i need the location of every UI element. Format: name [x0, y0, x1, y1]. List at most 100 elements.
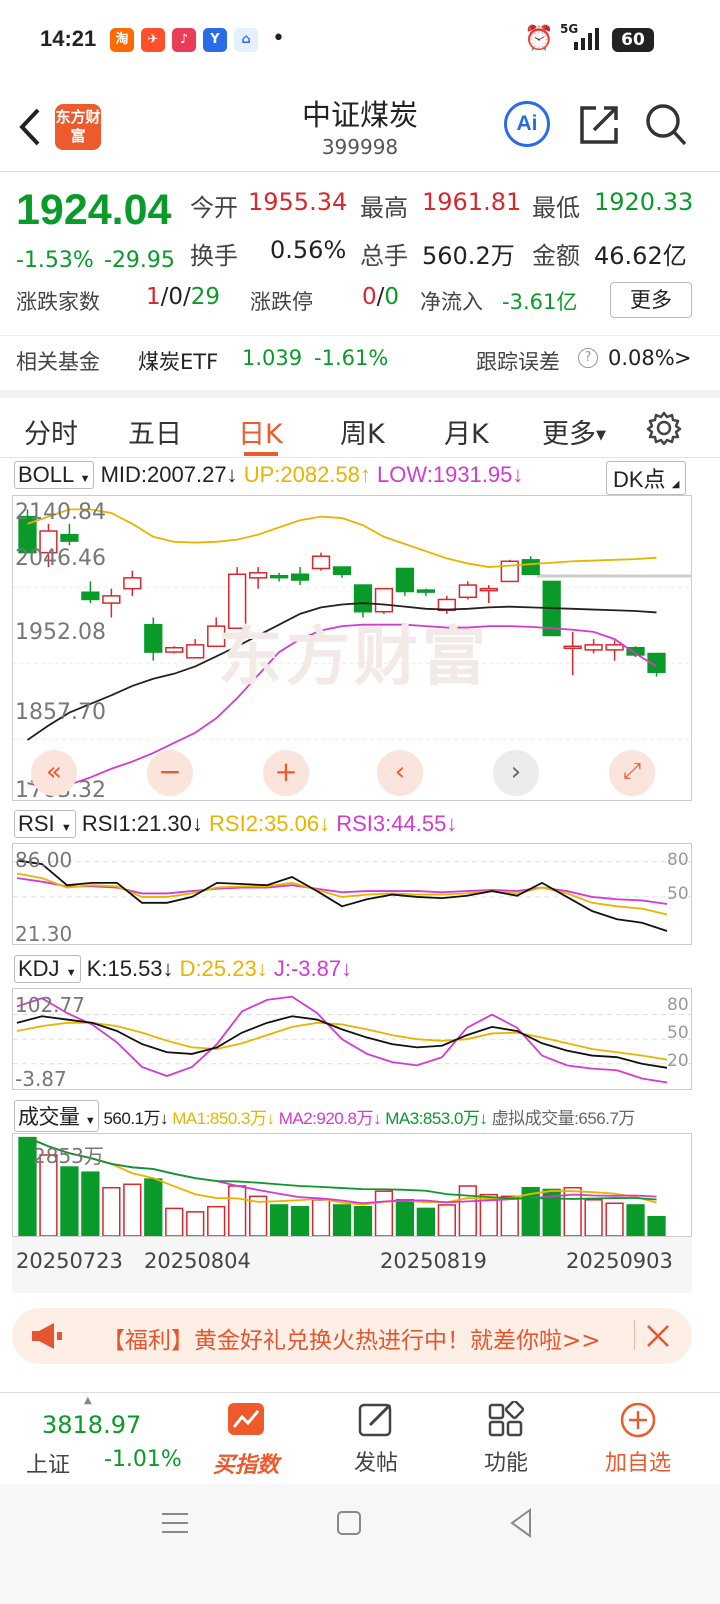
- volume-bar: [584, 1199, 603, 1237]
- volume-value: 560.1万↓: [103, 1109, 169, 1128]
- volume-bar: [311, 1199, 331, 1237]
- zoom-in-icon[interactable]: +: [263, 750, 309, 796]
- candle: [81, 591, 100, 601]
- promo-banner[interactable]: 【福利】黄金好礼兑换火热进行中！就差你啦>>: [12, 1308, 692, 1364]
- candle: [269, 574, 289, 579]
- related-fund-row[interactable]: 相关基金 煤炭ETF 1.039 -1.61% 跟踪误差 ? 0.08% >: [0, 335, 720, 385]
- volume-bar: [605, 1202, 624, 1237]
- rsi-chart[interactable]: [13, 844, 691, 944]
- rsi1-line: [16, 859, 668, 932]
- tab-intraday[interactable]: 分时: [24, 412, 78, 451]
- fund-pct: -1.61%: [314, 346, 389, 370]
- rsi-header: RSI ▼ RSI1:21.30↓ RSI2:35.06↓ RSI3:44.55…: [14, 810, 457, 838]
- volume-bar: [500, 1195, 519, 1237]
- menu-icon[interactable]: [160, 1510, 190, 1536]
- app-icon-2: ⌂: [234, 28, 258, 52]
- home-icon[interactable]: [336, 1510, 362, 1536]
- kdj-j-value: J:-3.87↓: [273, 956, 353, 981]
- candle: [165, 646, 184, 653]
- kdj-k-value: K:15.53↓: [86, 956, 174, 981]
- candle: [60, 533, 79, 542]
- candle: [123, 577, 142, 590]
- tab-more[interactable]: 更多▼: [542, 412, 606, 451]
- kdj-chart[interactable]: [13, 989, 691, 1089]
- volume-ma1: MA1:850.3万↓: [172, 1109, 275, 1128]
- volume-indicator-select[interactable]: 成交量 ▼: [14, 1100, 100, 1132]
- turnover-label: 换手: [190, 242, 238, 270]
- boll-upper-line: [27, 508, 657, 568]
- volume-top-label: 2853万: [33, 1144, 104, 1168]
- boll-header: BOLL ▼ MID:2007.27↓ UP:2082.58↑ LOW:1931…: [14, 461, 523, 489]
- candle: [144, 623, 163, 653]
- add-watchlist-button[interactable]: 加自选: [594, 1401, 682, 1477]
- banner-text[interactable]: 【福利】黄金好礼兑换火热进行中！就差你啦>>: [102, 1321, 632, 1355]
- rsi-top-label: 86.00: [15, 848, 73, 872]
- zoom-out-icon[interactable]: −: [147, 750, 193, 796]
- kdj-bottom-label: -3.87: [15, 1067, 67, 1091]
- volume-bar: [437, 1204, 456, 1237]
- scroll-right-icon[interactable]: ›: [493, 750, 539, 796]
- post-button[interactable]: 发帖: [332, 1401, 420, 1477]
- kdj-header: KDJ ▼ K:15.53↓ D:25.23↓ J:-3.87↓: [14, 955, 352, 983]
- rsi-panel[interactable]: 86.00 21.30 80 50: [12, 843, 692, 946]
- rsi-indicator-select[interactable]: RSI ▼: [14, 810, 76, 838]
- volume-bar: [290, 1205, 310, 1237]
- kdj-d-value: D:25.23↓: [179, 956, 268, 981]
- amount-label: 金额: [532, 242, 580, 270]
- rsi-80-label: 80: [667, 850, 689, 870]
- post-label: 发帖: [353, 1451, 398, 1476]
- candle: [186, 644, 205, 659]
- tab-five-day[interactable]: 五日: [128, 412, 182, 451]
- breadth-value: 1/0/29: [146, 284, 221, 310]
- help-icon[interactable]: ?: [578, 348, 598, 368]
- kdj-indicator-select[interactable]: KDJ ▼: [14, 955, 81, 983]
- period-tabs: 分时 五日 日K 周K 月K 更多▼: [0, 390, 720, 458]
- rsi3-value: RSI3:44.55↓: [336, 811, 458, 836]
- dropdown-icon: ▼: [596, 428, 606, 443]
- volume-chart[interactable]: [13, 1134, 691, 1237]
- megaphone-icon: [32, 1323, 62, 1349]
- more-notifications-icon: •: [272, 26, 285, 51]
- volume-bar: [269, 1204, 289, 1237]
- buy-index-button[interactable]: 买指数: [200, 1401, 292, 1479]
- search-icon[interactable]: [644, 102, 688, 148]
- scroll-left-icon[interactable]: ‹: [377, 750, 423, 796]
- share-icon[interactable]: [578, 102, 620, 146]
- alarm-icon: ⏰: [524, 24, 554, 52]
- candle: [248, 572, 268, 579]
- limit-value: 0/0: [362, 284, 400, 310]
- ai-button[interactable]: Ai: [504, 101, 550, 147]
- more-quote-button[interactable]: 更多: [610, 282, 692, 318]
- index-ticker[interactable]: ▲ 3818.97 上证 -1.01%: [0, 1393, 182, 1485]
- high-value: 1961.81: [422, 188, 522, 216]
- candle: [416, 589, 436, 593]
- limit-label: 涨跌停: [250, 290, 313, 314]
- functions-button[interactable]: 功能: [462, 1399, 550, 1477]
- volume-bar: [374, 1190, 394, 1237]
- kline-panel[interactable]: 东方财富 2140.84 2046.46 1952.08 1857.70 176…: [12, 495, 692, 803]
- dk-point-button[interactable]: DK点 ◢: [606, 461, 687, 495]
- chevron-right-icon: >: [674, 346, 692, 370]
- kdj-panel[interactable]: 102.77 -3.87 80 50 20: [12, 988, 692, 1091]
- tab-monthly-k[interactable]: 月K: [444, 412, 489, 451]
- boll-indicator-select[interactable]: BOLL ▼: [14, 461, 95, 489]
- volume-header: 成交量 ▼ 560.1万↓ MA1:850.3万↓ MA2:920.8万↓ MA…: [14, 1100, 635, 1132]
- fund-name[interactable]: 煤炭ETF: [138, 346, 218, 376]
- tab-weekly-k[interactable]: 周K: [340, 412, 385, 451]
- close-icon[interactable]: [646, 1324, 670, 1348]
- boll-up: UP:2082.58↑: [243, 462, 371, 487]
- volume-panel[interactable]: 2853万: [12, 1133, 692, 1237]
- last-price: 1924.04: [16, 186, 172, 234]
- volume-bar: [458, 1185, 477, 1237]
- back-nav-icon[interactable]: [508, 1508, 534, 1538]
- candle: [563, 645, 582, 650]
- settings-gear-icon[interactable]: [646, 410, 682, 446]
- volume-ma3: MA3:853.0万↓: [385, 1109, 488, 1128]
- scroll-left-fast-icon[interactable]: «: [31, 750, 77, 796]
- tracking-error-label: 跟踪误差: [476, 350, 560, 374]
- active-tab-indicator: [244, 452, 278, 456]
- volume-bar: [102, 1186, 121, 1237]
- tab-daily-k[interactable]: 日K: [238, 412, 283, 451]
- add-circle-icon: [620, 1402, 656, 1438]
- fullscreen-icon[interactable]: ⤢: [609, 750, 655, 796]
